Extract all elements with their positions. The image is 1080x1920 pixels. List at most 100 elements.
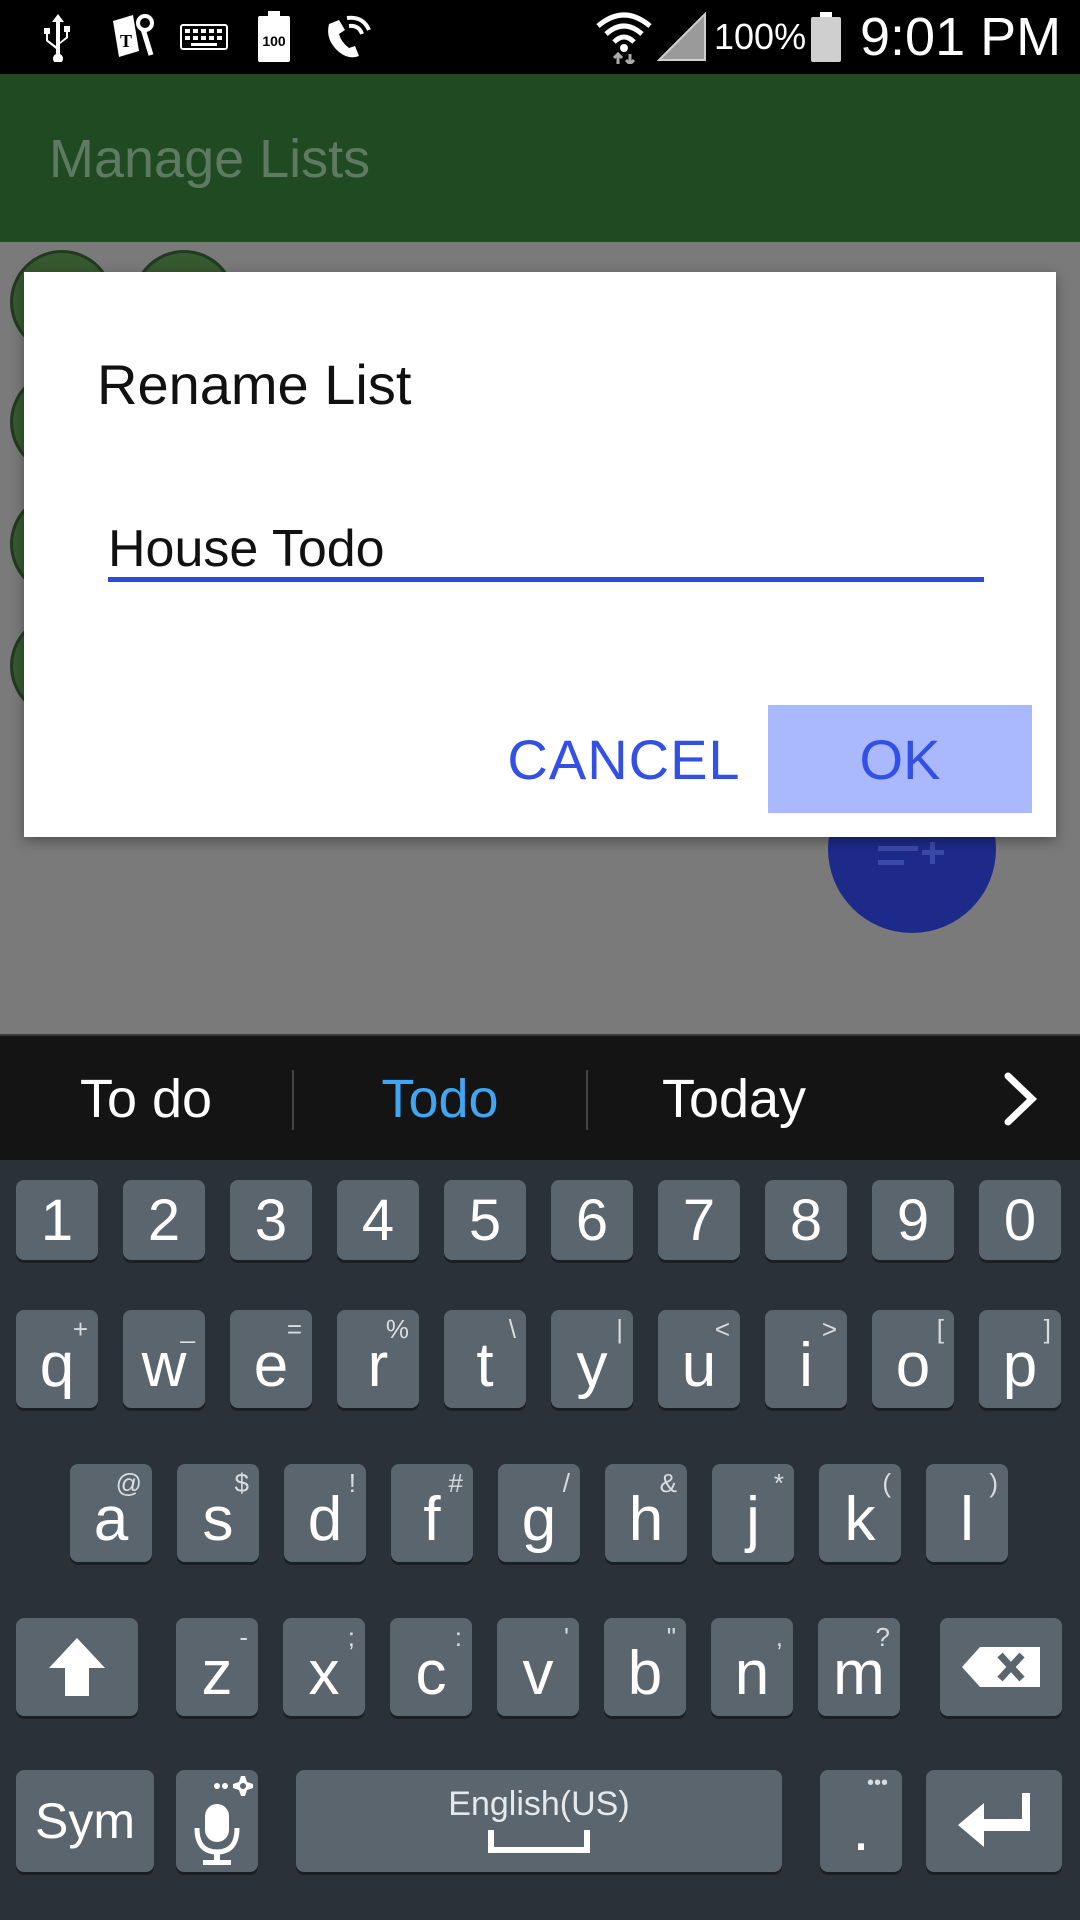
key-c[interactable]: c:: [390, 1618, 472, 1716]
key-label: i: [799, 1330, 813, 1400]
enter-key[interactable]: [926, 1770, 1062, 1872]
key-k[interactable]: k(: [819, 1464, 901, 1562]
key-d[interactable]: d!: [284, 1464, 366, 1562]
key-8[interactable]: 8: [765, 1180, 847, 1260]
suggestion-bar: To do Todo Today: [0, 1034, 1080, 1160]
key-x[interactable]: x;: [283, 1618, 365, 1716]
key-o[interactable]: o[: [872, 1310, 954, 1408]
key-hint: =: [286, 1314, 302, 1344]
key-label: s: [202, 1484, 234, 1554]
key-label: q: [39, 1330, 75, 1400]
chevron-right-icon[interactable]: [990, 1066, 1050, 1132]
key-6[interactable]: 6: [551, 1180, 633, 1260]
key-i[interactable]: i >: [765, 1310, 847, 1408]
key-g[interactable]: g /: [498, 1464, 580, 1562]
key-label: c: [415, 1638, 447, 1708]
key-label: z: [201, 1638, 233, 1708]
svg-text:T: T: [120, 31, 132, 51]
dialog-title: Rename List: [97, 353, 412, 416]
key-v[interactable]: v ': [497, 1618, 579, 1716]
key-label: x: [308, 1638, 340, 1708]
period-hint: •••: [866, 1772, 888, 1794]
key-w[interactable]: w _: [123, 1310, 205, 1408]
key-hint: %: [385, 1314, 409, 1344]
space-key[interactable]: English(US): [296, 1770, 782, 1872]
battery-percent: 100%: [714, 16, 807, 57]
key-z[interactable]: z-: [176, 1618, 258, 1716]
t-mobile-icon: T: [104, 10, 160, 64]
key-t[interactable]: t \: [444, 1310, 526, 1408]
key-hint: ?: [875, 1622, 890, 1652]
list-name-input[interactable]: House Todo: [108, 516, 984, 582]
key-p[interactable]: p]: [979, 1310, 1061, 1408]
key-hint: @: [115, 1468, 142, 1498]
key-label: 5: [468, 1187, 502, 1253]
key-hint: /: [562, 1468, 570, 1498]
key-l[interactable]: l): [926, 1464, 1008, 1562]
key-y[interactable]: y |: [551, 1310, 633, 1408]
period-key[interactable]: •••.: [820, 1770, 902, 1872]
key-label: e: [253, 1330, 289, 1400]
key-4[interactable]: 4: [337, 1180, 419, 1260]
key-5[interactable]: 5: [444, 1180, 526, 1260]
key-n[interactable]: n,: [711, 1618, 793, 1716]
key-3[interactable]: 3: [230, 1180, 312, 1260]
backspace-key[interactable]: [940, 1618, 1062, 1716]
suggestion-item[interactable]: Today: [616, 1036, 852, 1162]
key-label: k: [844, 1484, 876, 1554]
key-label: h: [628, 1484, 664, 1554]
key-label: b: [627, 1638, 663, 1708]
key-label: 0: [1003, 1187, 1037, 1253]
key-e[interactable]: e =: [230, 1310, 312, 1408]
key-f[interactable]: f #: [391, 1464, 473, 1562]
enter-icon: [958, 1793, 1030, 1847]
page-title: Manage Lists: [49, 129, 371, 189]
key-label: v: [522, 1638, 554, 1708]
key-u[interactable]: u <: [658, 1310, 740, 1408]
keyboard: To do Todo Today 1 2 3 4 5 6 7 8 9 0 q + w _ e = r% t \ y | u…: [0, 1034, 1080, 1920]
status-bar: T 100 100% 9:01 PM: [0, 0, 1080, 74]
key-q[interactable]: q +: [16, 1310, 98, 1408]
voice-input-key[interactable]: [176, 1770, 258, 1872]
key-m[interactable]: m?: [818, 1618, 900, 1716]
key-hint: _: [180, 1314, 195, 1344]
key-2[interactable]: 2: [123, 1180, 205, 1260]
shift-icon: [49, 1638, 105, 1696]
key-hint: (: [882, 1468, 891, 1498]
key-hint: ]: [1043, 1314, 1051, 1344]
key-label: t: [476, 1330, 494, 1400]
mic-icon: [194, 1776, 253, 1865]
cancel-button[interactable]: CANCEL: [494, 705, 754, 813]
wifi-icon: [592, 10, 656, 64]
key-label: g: [521, 1484, 557, 1554]
sym-key[interactable]: Sym: [16, 1770, 154, 1872]
space-bar-icon: [488, 1829, 590, 1853]
key-r[interactable]: r%: [337, 1310, 419, 1408]
key-h[interactable]: h &: [605, 1464, 687, 1562]
key-9[interactable]: 9: [872, 1180, 954, 1260]
backspace-icon: [962, 1647, 1040, 1687]
key-0[interactable]: 0: [979, 1180, 1061, 1260]
key-1[interactable]: 1: [16, 1180, 98, 1260]
ok-button[interactable]: OK: [768, 705, 1032, 813]
key-a[interactable]: a @: [70, 1464, 152, 1562]
suggestion-item-selected[interactable]: Todo: [322, 1036, 558, 1162]
suggestion-item[interactable]: To do: [30, 1036, 262, 1162]
key-s[interactable]: s $: [177, 1464, 259, 1562]
key-label: 1: [40, 1187, 74, 1253]
key-j[interactable]: j *: [712, 1464, 794, 1562]
key-label: l: [960, 1484, 974, 1554]
key-label: d: [307, 1484, 343, 1554]
key-label: 3: [254, 1187, 288, 1253]
key-b[interactable]: b ": [604, 1618, 686, 1716]
key-hint: ": [666, 1622, 676, 1652]
key-label: 9: [896, 1187, 930, 1253]
shift-key[interactable]: [16, 1618, 138, 1716]
key-hint: $: [234, 1468, 249, 1498]
key-hint: |: [616, 1314, 623, 1344]
key-label: n: [734, 1638, 770, 1708]
keyboard-icon: [176, 10, 232, 64]
key-label: .: [852, 1794, 870, 1864]
key-hint: :: [454, 1622, 462, 1652]
key-7[interactable]: 7: [658, 1180, 740, 1260]
